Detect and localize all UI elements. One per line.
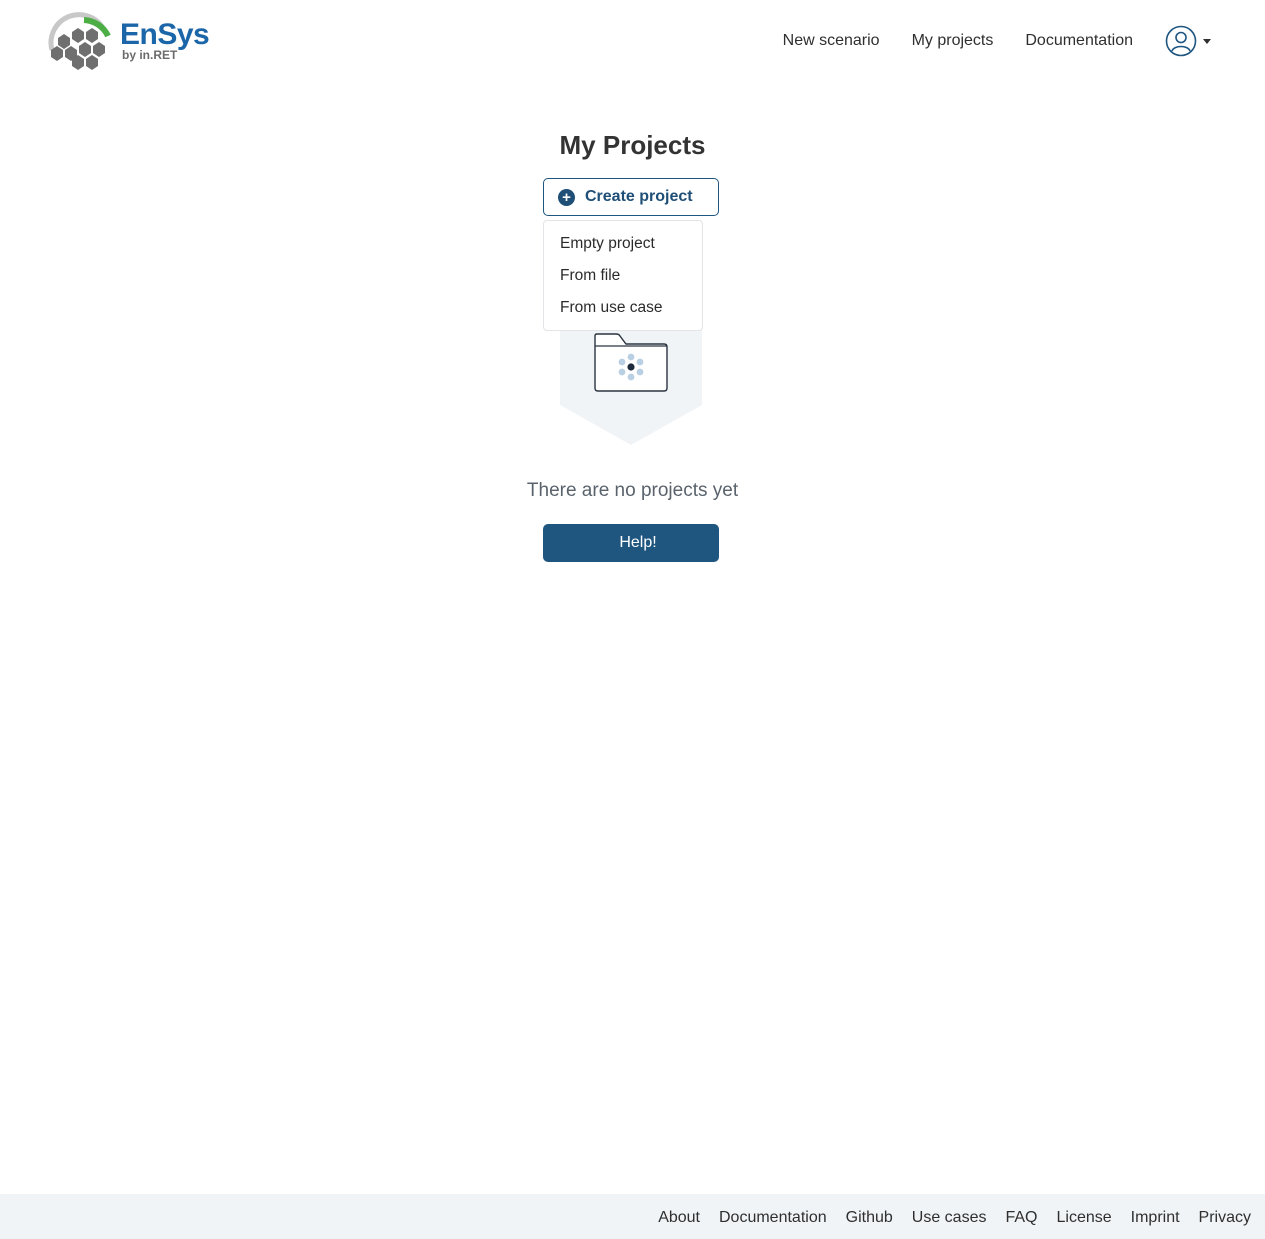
footer-link-about[interactable]: About — [658, 1209, 700, 1227]
footer-link-use-cases[interactable]: Use cases — [912, 1209, 987, 1227]
logo-hexagon-icon — [48, 12, 111, 70]
page-title: My Projects — [559, 130, 706, 160]
help-button[interactable]: Help! — [543, 524, 719, 562]
brand-logo[interactable]: EnSys by in.RET — [46, 10, 216, 70]
menu-item-empty-project[interactable]: Empty project — [544, 231, 702, 263]
site-footer: About Documentation Github Use cases FAQ… — [0, 1194, 1265, 1239]
user-menu-button[interactable] — [1165, 25, 1211, 57]
plus-circle-icon: + — [558, 188, 575, 206]
logo-subtitle: by in.RET — [122, 47, 178, 62]
user-circle-icon — [1165, 25, 1197, 57]
footer-link-github[interactable]: Github — [846, 1209, 893, 1227]
main-nav: New scenario My projects Documentation — [783, 25, 1211, 57]
logo-text: EnSys by in.RET — [120, 17, 210, 62]
menu-item-from-file[interactable]: From file — [544, 263, 702, 295]
create-project-menu: Empty project From file From use case — [543, 220, 703, 331]
nav-new-scenario[interactable]: New scenario — [783, 32, 880, 50]
footer-link-privacy[interactable]: Privacy — [1199, 1209, 1251, 1227]
footer-link-faq[interactable]: FAQ — [1005, 1209, 1037, 1227]
site-header: EnSys by in.RET New scenario My projects… — [0, 0, 1265, 82]
footer-link-documentation[interactable]: Documentation — [719, 1209, 827, 1227]
footer-link-imprint[interactable]: Imprint — [1131, 1209, 1180, 1227]
footer-links: About Documentation Github Use cases FAQ… — [639, 1209, 1251, 1227]
footer-link-license[interactable]: License — [1056, 1209, 1111, 1227]
nav-my-projects[interactable]: My projects — [912, 32, 994, 50]
create-project-button[interactable]: + Create project — [543, 178, 719, 216]
chevron-down-icon — [1203, 38, 1211, 44]
logo-title: EnSys — [120, 17, 210, 51]
empty-state-message: There are no projects yet — [526, 480, 739, 501]
menu-item-from-use-case[interactable]: From use case — [544, 295, 702, 327]
nav-documentation[interactable]: Documentation — [1025, 32, 1133, 50]
create-project-label: Create project — [585, 188, 693, 205]
